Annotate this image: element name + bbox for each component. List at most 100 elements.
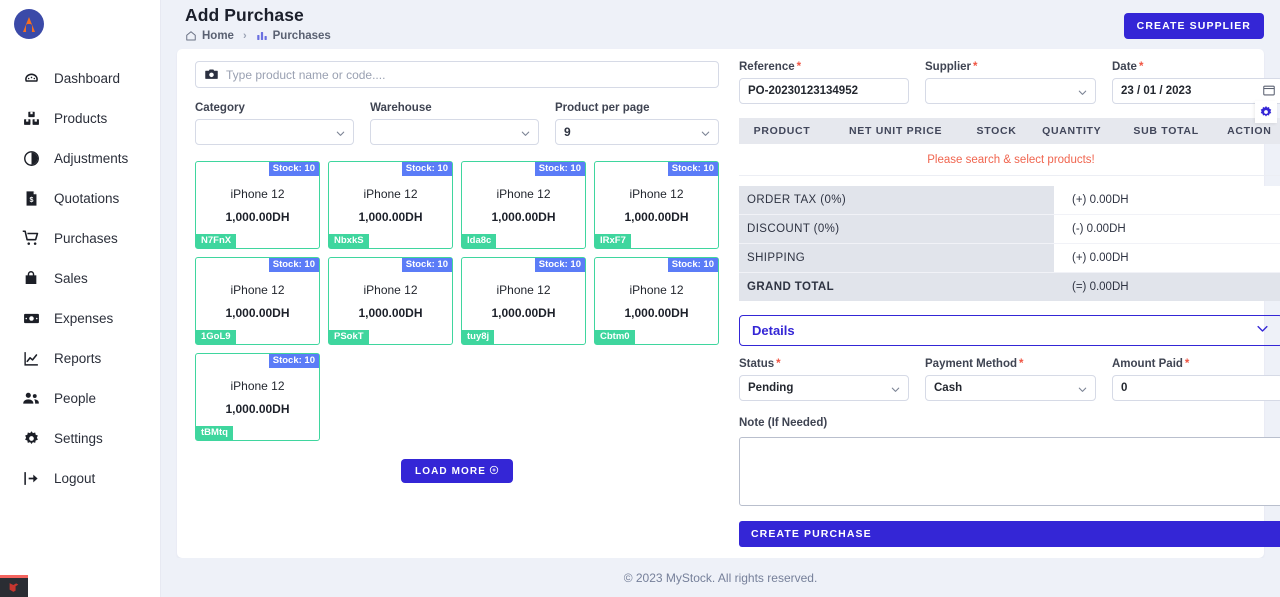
camera-scan-icon[interactable]: [204, 67, 219, 87]
supplier-field: Supplier *: [925, 61, 1096, 104]
breadcrumb-home-label: Home: [202, 30, 234, 42]
sidebar-item-products[interactable]: Products: [0, 98, 160, 138]
stock-badge: Stock: 10: [268, 162, 319, 176]
shipping-label: SHIPPING: [739, 243, 1054, 273]
laravel-debugbar-icon[interactable]: [0, 575, 28, 597]
category-select[interactable]: [195, 119, 355, 145]
details-title: Details: [752, 323, 795, 338]
sidebar-item-logout[interactable]: Logout: [0, 458, 160, 498]
product-card[interactable]: Stock: 10 iPhone 12 1,000.00DH PSokT: [328, 257, 453, 345]
product-name: iPhone 12: [230, 282, 285, 297]
product-per-page-select[interactable]: 9: [555, 119, 719, 145]
product-price: 1,000.00DH: [225, 209, 290, 224]
product-name: iPhone 12: [230, 186, 285, 201]
sidebar-item-purchases[interactable]: Purchases: [0, 218, 160, 258]
plus-circle-icon: [489, 465, 499, 478]
brand-logo[interactable]: [0, 0, 160, 48]
sidebar-item-adjustments[interactable]: Adjustments: [0, 138, 160, 178]
bar-chart-icon: [256, 30, 268, 42]
product-search: [195, 61, 719, 88]
column-stock: STOCK: [966, 118, 1027, 144]
chevron-down-icon: [335, 128, 346, 142]
status-select[interactable]: Pending: [739, 375, 909, 401]
product-price: 1,000.00DH: [624, 209, 689, 224]
sidebar-item-people[interactable]: People: [0, 378, 160, 418]
note-textarea[interactable]: [739, 437, 1280, 506]
column-sub-total: SUB TOTAL: [1116, 118, 1216, 144]
details-accordion-toggle[interactable]: Details: [739, 315, 1280, 346]
product-code-badge: NbxkS: [329, 234, 369, 248]
chevron-down-icon: [520, 128, 531, 142]
load-more-button[interactable]: LOAD MORE: [400, 459, 513, 483]
empty-message: Please search & select products!: [739, 144, 1280, 176]
shipping-value: (+) 0.00DH: [1054, 243, 1280, 273]
breadcrumb-home[interactable]: Home: [185, 30, 234, 42]
supplier-label: Supplier *: [925, 61, 978, 73]
product-code-badge: Ida8c: [462, 234, 497, 248]
sidebar-item-dashboard[interactable]: Dashboard: [0, 58, 160, 98]
product-card[interactable]: Stock: 10 iPhone 12 1,000.00DH tuy8j: [461, 257, 586, 345]
payment-method-field: Payment Method * Cash: [925, 358, 1096, 401]
product-card[interactable]: Stock: 10 iPhone 12 1,000.00DH N7FnX: [195, 161, 320, 249]
sidebar-item-quotations[interactable]: $ Quotations: [0, 178, 160, 218]
stock-badge: Stock: 10: [401, 258, 452, 272]
product-per-page-label: Product per page: [555, 102, 650, 114]
details-fields-row: Status * Pending Payment Method * Cash A…: [739, 358, 1280, 401]
stock-badge: Stock: 10: [268, 354, 319, 368]
product-name: iPhone 12: [496, 282, 551, 297]
product-code-badge: tuy8j: [462, 330, 495, 344]
reference-value: PO-20230123134952: [748, 85, 858, 97]
footer-text: © 2023 MyStock. All rights reserved.: [623, 570, 818, 585]
settings-gear-icon: [22, 429, 40, 447]
product-card[interactable]: Stock: 10 iPhone 12 1,000.00DH 1GoL9: [195, 257, 320, 345]
stock-badge: Stock: 10: [667, 258, 718, 272]
purchases-cart-icon: [22, 229, 40, 247]
product-card[interactable]: Stock: 10 iPhone 12 1,000.00DH NbxkS: [328, 161, 453, 249]
payment-method-select[interactable]: Cash: [925, 375, 1096, 401]
search-input[interactable]: [195, 61, 719, 88]
date-label: Date *: [1112, 61, 1144, 73]
expenses-money-icon: [22, 309, 40, 327]
breadcrumb-purchases[interactable]: Purchases: [256, 30, 331, 42]
product-name: iPhone 12: [629, 186, 684, 201]
product-card[interactable]: Stock: 10 iPhone 12 1,000.00DH Ida8c: [461, 161, 586, 249]
product-filters: Category Warehouse Product per page 9: [195, 102, 719, 145]
calendar-icon[interactable]: [1262, 83, 1276, 100]
quotations-icon: $: [22, 189, 40, 207]
sidebar-item-reports[interactable]: Reports: [0, 338, 160, 378]
sidebar-item-settings[interactable]: Settings: [0, 418, 160, 458]
reports-chart-icon: [22, 349, 40, 367]
adjustments-icon: [22, 149, 40, 167]
amount-paid-input[interactable]: 0: [1112, 375, 1280, 401]
product-name: iPhone 12: [363, 186, 418, 201]
warehouse-select[interactable]: [370, 119, 539, 145]
column-product: PRODUCT: [739, 118, 826, 144]
product-code-badge: tBMtq: [196, 426, 233, 440]
theme-settings-gear-icon[interactable]: [1255, 101, 1277, 123]
create-supplier-button[interactable]: CREATE SUPPLIER: [1123, 13, 1264, 39]
sidebar-item-label: Reports: [54, 350, 102, 366]
people-icon: [22, 389, 40, 407]
reference-label: Reference *: [739, 61, 802, 73]
product-price: 1,000.00DH: [225, 401, 290, 416]
sidebar-item-expenses[interactable]: Expenses: [0, 298, 160, 338]
sidebar-item-sales[interactable]: Sales: [0, 258, 160, 298]
product-card[interactable]: Stock: 10 iPhone 12 1,000.00DH Cbtm0: [594, 257, 719, 345]
stock-badge: Stock: 10: [534, 258, 585, 272]
product-card[interactable]: Stock: 10 iPhone 12 1,000.00DH IRxF7: [594, 161, 719, 249]
category-label: Category: [195, 102, 245, 114]
note-label: Note (If Needed): [739, 417, 828, 429]
reference-input[interactable]: PO-20230123134952: [739, 78, 909, 104]
payment-method-label: Payment Method *: [925, 358, 1024, 370]
totals-row-discount: DISCOUNT (0%) (-) 0.00DH: [739, 214, 1280, 244]
sidebar: Dashboard Products Adjustments $ Quotati…: [0, 0, 161, 597]
page-title: Add Purchase: [185, 5, 304, 25]
product-card[interactable]: Stock: 10 iPhone 12 1,000.00DH tBMtq: [195, 353, 320, 441]
supplier-select[interactable]: [925, 78, 1096, 104]
main-area: Add Purchase Home › Purchases CREATE SUP…: [161, 0, 1280, 597]
order-tax-value: (+) 0.00DH: [1054, 186, 1280, 215]
selected-products-table: PRODUCT NET UNIT PRICE STOCK QUANTITY SU…: [739, 118, 1280, 176]
dashboard-icon: [22, 69, 40, 87]
create-purchase-button[interactable]: CREATE PURCHASE: [739, 521, 1280, 547]
products-icon: [22, 109, 40, 127]
